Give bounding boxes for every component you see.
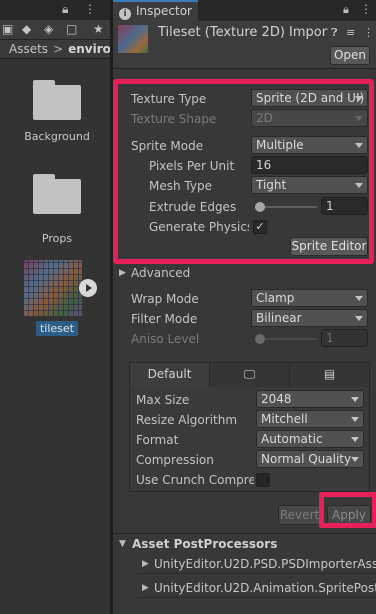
project-tab-bar: 🔒︎ ⋮	[0, 0, 110, 20]
overflow-menu-icon[interactable]: ⋮	[363, 26, 374, 39]
filter-mode-row: Filter Mode Bilinear	[113, 309, 376, 329]
inspector-tab-bar: i Inspector 🔒︎ ⋮	[113, 0, 376, 21]
foldout-arrow-icon: ▶	[142, 559, 149, 569]
folder-icon	[33, 80, 81, 120]
presets-icon[interactable]: ≡	[346, 26, 355, 39]
use-crunch-label: Use Crunch Compression	[136, 473, 254, 487]
tab-webgl-platform[interactable]: ▤	[290, 363, 369, 387]
filter-mode-dropdown[interactable]: Bilinear	[251, 309, 368, 327]
tab-default-platform[interactable]: Default	[130, 363, 210, 387]
format-row: Format Automatic	[132, 430, 368, 450]
asset-folder-background[interactable]: Background	[18, 80, 96, 143]
foldout-arrow-icon: ▶	[119, 268, 126, 278]
menu-icon[interactable]: ⋮	[360, 2, 372, 16]
max-size-dropdown[interactable]: 2048	[256, 390, 364, 408]
highlight-annotation-apply	[319, 492, 376, 528]
compression-label: Compression	[136, 453, 214, 467]
wrap-mode-dropdown[interactable]: Clamp	[251, 289, 368, 307]
max-size-row: Max Size 2048	[132, 390, 368, 410]
filter-mode-label: Filter Mode	[131, 312, 198, 326]
aniso-level-label: Aniso Level	[131, 332, 200, 346]
aniso-level-field: 1	[321, 329, 368, 347]
label-icon[interactable]: ◈	[44, 22, 53, 36]
monitor-icon: 🖵︎	[243, 367, 256, 381]
postprocessors-title: Asset PostProcessors	[132, 537, 278, 551]
tab-inspector-label: Inspector	[136, 4, 192, 18]
revert-button[interactable]: Revert	[278, 505, 321, 525]
wrap-mode-label: Wrap Mode	[131, 292, 199, 306]
highlight-annotation-sprite-settings	[113, 79, 374, 264]
breadcrumb-assets[interactable]: Assets	[9, 42, 48, 56]
asset-title: Tileset (Texture 2D) Import Settings	[158, 25, 328, 40]
chevron-down-icon	[351, 437, 359, 442]
max-size-value: 2048	[261, 392, 292, 406]
use-crunch-row: Use Crunch Compression	[132, 470, 368, 490]
format-dropdown[interactable]: Automatic	[256, 430, 364, 448]
info-icon: i	[119, 8, 131, 20]
resize-algorithm-value: Mitchell	[261, 412, 308, 426]
foldout-arrow-icon: ▶	[142, 583, 149, 593]
max-size-label: Max Size	[136, 393, 190, 407]
postprocessor-item[interactable]: ▶ UnityEditor.U2D.PSD.PSDImporterAssetPo…	[138, 554, 376, 574]
postprocessor-name: UnityEditor.U2D.PSD.PSDImporterAssetPost…	[154, 557, 376, 571]
chevron-down-icon	[351, 417, 359, 422]
postprocessor-name: UnityEditor.U2D.Animation.SpritePostProc…	[154, 581, 376, 595]
asset-label: Background	[24, 130, 90, 143]
help-icon[interactable]: ❓︎	[331, 26, 338, 40]
wrap-mode-row: Wrap Mode Clamp	[113, 289, 376, 309]
wrap-mode-value: Clamp	[256, 291, 295, 305]
compression-dropdown[interactable]: Normal Quality	[256, 450, 364, 468]
project-panel: 🔒︎ ⋮ ▣ ◆ ◈ □ ★ Assets > environment Backgr…	[0, 0, 110, 614]
lock-icon[interactable]: 🔒︎	[62, 2, 68, 17]
tab-standalone-platform[interactable]: 🖵︎	[210, 363, 290, 387]
chevron-down-icon	[355, 296, 363, 301]
compression-row: Compression Normal Quality	[132, 450, 368, 470]
asset-label: Props	[41, 232, 73, 245]
breadcrumb: Assets > environment	[0, 40, 110, 59]
aniso-level-slider-handle	[255, 334, 265, 344]
foldout-arrow-expanded-icon: ▼	[119, 539, 126, 549]
chevron-down-icon	[355, 316, 363, 321]
platform-settings-panel: Default 🖵︎ ▤ Max Size 2048 Resize Algori…	[129, 362, 370, 492]
format-label: Format	[136, 433, 179, 447]
filter-mode-value: Bilinear	[256, 311, 302, 325]
aniso-level-row: Aniso Level 1	[113, 329, 376, 349]
chevron-down-icon	[351, 397, 359, 402]
visibility-icon[interactable]: ▣	[2, 22, 13, 36]
inspector-panel: i Inspector 🔒︎ ⋮ Tileset (Texture 2D) Imp…	[113, 0, 376, 614]
expand-sprites-icon[interactable]	[79, 279, 97, 297]
section-divider	[113, 533, 376, 534]
resize-algorithm-dropdown[interactable]: Mitchell	[256, 410, 364, 428]
breadcrumb-separator: >	[53, 42, 64, 56]
resize-algorithm-label: Resize Algorithm	[136, 413, 238, 427]
favorite-star-icon[interactable]: ★	[93, 22, 104, 36]
asset-tileset[interactable]	[24, 260, 97, 316]
project-toolbar: ▣ ◆ ◈ □ ★	[0, 20, 110, 40]
advanced-label: Advanced	[131, 266, 191, 280]
postprocessor-item[interactable]: ▶ UnityEditor.U2D.Animation.SpritePostPr…	[138, 578, 376, 598]
folder-icon	[33, 174, 81, 214]
texture-preview-icon	[118, 25, 148, 53]
asset-folder-props[interactable]: Props	[18, 174, 96, 245]
lock-icon[interactable]: 🔒︎	[343, 3, 349, 17]
use-crunch-checkbox[interactable]	[256, 473, 270, 487]
filter-type-icon[interactable]: ◆	[22, 22, 31, 36]
tileset-thumbnail	[24, 260, 82, 316]
open-button[interactable]: Open	[330, 46, 370, 65]
compression-value: Normal Quality	[261, 452, 352, 466]
lock-toggle-icon[interactable]: □	[66, 22, 77, 36]
advanced-foldout[interactable]: ▶ Advanced	[113, 265, 376, 285]
menu-icon[interactable]: ⋮	[84, 2, 96, 16]
chevron-down-icon	[351, 457, 359, 462]
asset-label-selected: tileset	[36, 321, 78, 336]
breadcrumb-current[interactable]: environment	[68, 42, 110, 56]
resize-algorithm-row: Resize Algorithm Mitchell	[132, 410, 368, 430]
format-value: Automatic	[261, 432, 323, 446]
html5-icon: ▤	[323, 367, 336, 381]
postprocessors-foldout[interactable]: ▼ Asset PostProcessors	[113, 535, 376, 555]
tab-inspector[interactable]: i Inspector	[113, 0, 198, 21]
